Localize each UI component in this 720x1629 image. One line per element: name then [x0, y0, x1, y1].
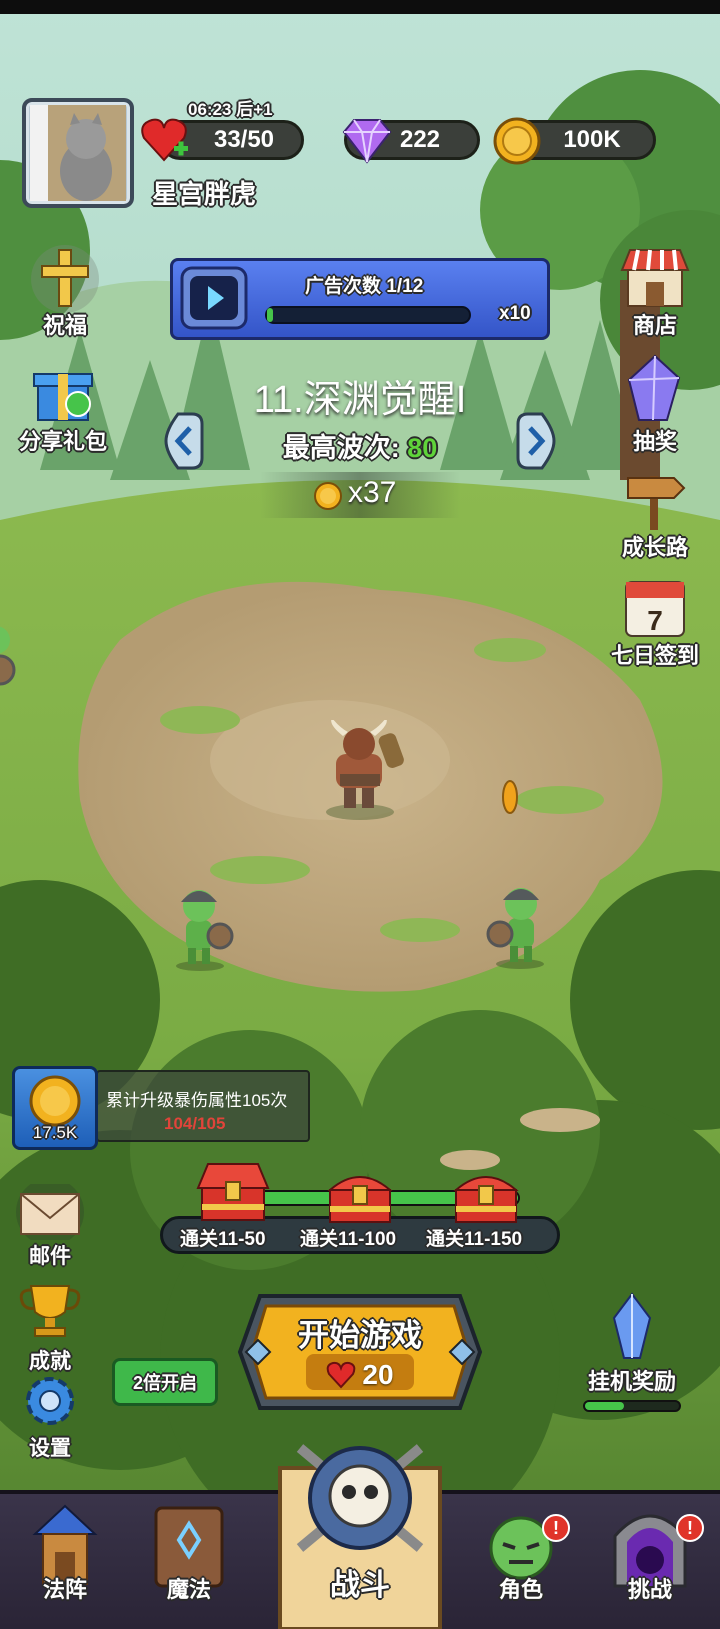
avatar	[30, 105, 126, 201]
envelope-icon	[16, 1184, 84, 1240]
status-bar	[0, 0, 720, 14]
gift-box-icon	[33, 373, 93, 421]
calendar-day: 7	[647, 605, 663, 636]
crystal-icon	[627, 354, 681, 421]
quest-reward-amount: 17.5K	[32, 1123, 78, 1142]
shop-icon	[620, 249, 690, 307]
mail-label: 邮件	[29, 1245, 71, 1268]
notification-badge: !	[676, 1514, 704, 1542]
achievement-button[interactable]: 成就	[0, 1282, 100, 1375]
milestone-label: 通关11-150	[426, 1229, 523, 1250]
double-speed-button[interactable]: 2倍开启	[112, 1358, 218, 1406]
shop-label: 商店	[632, 313, 677, 338]
goblin-enemy-left	[176, 890, 234, 971]
seven-day-checkin-button[interactable]: 7 七日签到	[600, 574, 710, 670]
settings-button[interactable]: 设置	[0, 1370, 100, 1462]
lottery-button[interactable]: 抽奖	[600, 354, 710, 456]
idle-reward-label: 挂机奖励	[587, 1369, 676, 1394]
heart-icon	[327, 1361, 356, 1389]
treasure-chest-icon[interactable]	[324, 1166, 396, 1226]
notification-badge: !	[542, 1514, 570, 1542]
start-game-button[interactable]: 开始游戏 20	[252, 1306, 468, 1398]
minotaur-hero	[326, 720, 404, 820]
diamond-icon	[342, 119, 392, 164]
mail-button[interactable]: 邮件	[0, 1184, 100, 1270]
gear-icon	[26, 1377, 74, 1425]
idle-reward-fill	[585, 1402, 625, 1410]
nav-label: 魔法	[166, 1577, 211, 1602]
idle-reward-button[interactable]: 挂机奖励	[572, 1290, 692, 1412]
nav-label: 战斗	[330, 1569, 390, 1602]
gold-coin-drop	[502, 780, 518, 814]
heart-icon	[141, 118, 188, 162]
start-cost: 20	[252, 1359, 468, 1391]
timer-value: 06:23	[188, 100, 232, 119]
trophy-icon	[19, 1285, 81, 1337]
milestone-label: 通关11-50	[180, 1229, 266, 1250]
play-video-icon[interactable]	[180, 266, 248, 330]
idle-reward-track	[583, 1400, 681, 1412]
ad-progress-track	[265, 306, 471, 324]
nav-formation[interactable]: 法阵	[10, 1500, 120, 1604]
nav-battle[interactable]: 战斗	[270, 1560, 450, 1604]
goblin-enemy-right	[486, 888, 544, 969]
treasure-chest-icon[interactable]	[450, 1166, 522, 1226]
nav-label: 角色	[498, 1577, 543, 1602]
seven-day-label: 七日签到	[610, 643, 699, 668]
timer-suffix: 后+1	[236, 100, 273, 119]
lottery-label: 抽奖	[632, 429, 677, 454]
next-stage-arrow[interactable]	[516, 412, 556, 470]
stage-reward: x37	[348, 476, 397, 509]
player-name: 星宫胖虎	[152, 179, 257, 209]
growth-path-label: 成长路	[621, 535, 688, 560]
gold-coin-icon	[29, 1075, 81, 1127]
start-game-label: 开始游戏	[298, 1318, 422, 1353]
gold-coin-icon	[493, 117, 541, 165]
ad-count-label: 广告次数 1/12	[305, 276, 424, 297]
energy-timer: 06:23 后+1	[188, 95, 273, 120]
share-gift-label: 分享礼包	[18, 429, 107, 454]
start-cost-value: 20	[362, 1359, 394, 1390]
cross-icon	[31, 245, 99, 313]
coin-icon	[314, 482, 342, 510]
settings-label: 设置	[29, 1437, 71, 1460]
avatar-frame[interactable]	[22, 98, 134, 208]
gold-value: 100K	[563, 126, 621, 153]
blessing-button[interactable]: 祝福	[10, 244, 120, 340]
growth-path-button[interactable]: 成长路	[600, 466, 710, 562]
calendar-icon: 7	[625, 581, 685, 637]
hearts-value: 33/50	[213, 126, 275, 153]
prev-stage-arrow[interactable]	[164, 412, 204, 470]
best-wave-value: 80	[407, 433, 438, 463]
quest-progress: 104/105	[164, 1114, 226, 1133]
double-speed-label: 2倍开启	[132, 1373, 197, 1393]
quest-panel[interactable]: 累计升级暴伤属性105次 104/105	[96, 1070, 310, 1142]
shop-button[interactable]: 商店	[600, 244, 710, 340]
nav-label: 法阵	[42, 1577, 87, 1602]
share-gift-button[interactable]: 分享礼包	[8, 360, 118, 456]
quest-reward-icon[interactable]: 17.5K	[12, 1066, 98, 1150]
nav-magic[interactable]: 魔法	[134, 1500, 244, 1604]
signpost-icon	[627, 476, 686, 530]
best-wave-label: 最高波次:	[282, 433, 400, 463]
blessing-label: 祝福	[42, 313, 87, 338]
goblin-enemy-edge	[0, 626, 16, 686]
milestone-label: 通关11-100	[300, 1229, 397, 1250]
ad-progress-fill	[267, 308, 274, 322]
quest-description: 累计升级暴伤属性105次	[106, 1091, 288, 1110]
crystal-icon	[612, 1292, 652, 1359]
ad-multiplier: x10	[499, 303, 531, 324]
nav-label: 挑战	[627, 1577, 672, 1602]
treasure-chest-icon[interactable]	[196, 1158, 270, 1224]
